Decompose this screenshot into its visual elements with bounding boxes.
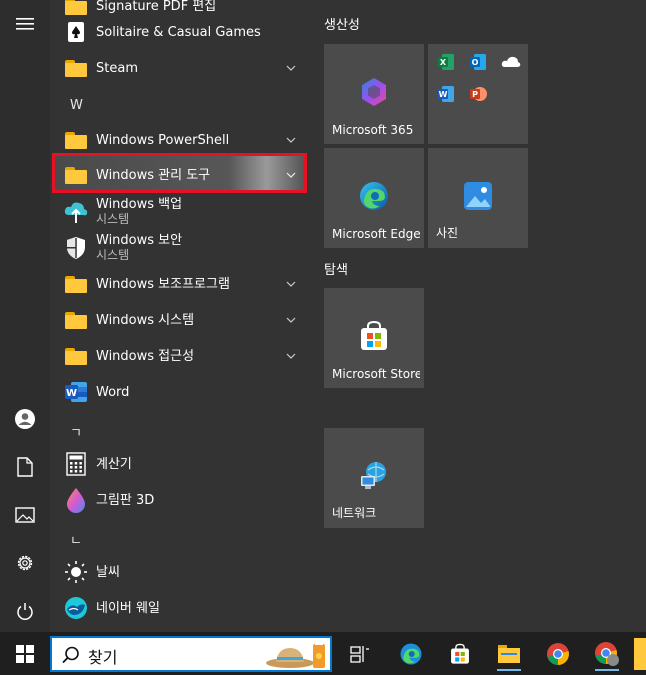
- calculator-icon: [66, 452, 86, 476]
- chevron-down-icon: [286, 353, 296, 359]
- tile-edge[interactable]: Microsoft Edge: [324, 148, 424, 248]
- section-letter-w[interactable]: W: [70, 98, 83, 113]
- excel-icon: X: [438, 54, 454, 70]
- search-highlight-illustration-icon: [266, 641, 325, 668]
- section-letter-giyeok[interactable]: ㄱ: [70, 422, 82, 441]
- store-icon: [361, 320, 387, 350]
- backup-sublabel: 시스템: [96, 212, 130, 226]
- power-button[interactable]: [0, 591, 50, 631]
- list-item-solitaire[interactable]: Solitaire & Casual Games: [50, 14, 308, 50]
- folder-icon: [65, 59, 87, 77]
- start-menu: Signature PDF 편집 Solitaire & Casual Game…: [0, 0, 646, 632]
- folder-icon: [65, 0, 87, 15]
- pictures-button[interactable]: [0, 495, 50, 535]
- taskbar-store[interactable]: [440, 636, 480, 672]
- word-icon: W: [65, 382, 87, 402]
- user-account-button[interactable]: [0, 399, 50, 439]
- task-view-button[interactable]: [340, 636, 380, 672]
- windows-logo-icon: [16, 645, 34, 663]
- cards-icon: [68, 22, 84, 42]
- settings-button[interactable]: [0, 543, 50, 583]
- list-item-powershell[interactable]: Windows PowerShell: [50, 122, 308, 158]
- backup-label: Windows 백업: [96, 197, 183, 212]
- tile-group-productivity[interactable]: 생산성: [324, 14, 360, 33]
- outlook-icon: O: [470, 54, 486, 70]
- picture-icon: [15, 507, 35, 523]
- svg-text:P: P: [472, 90, 478, 99]
- microsoft365-icon: [362, 78, 386, 106]
- list-item-system[interactable]: Windows 시스템: [50, 302, 308, 338]
- store-taskbar-icon: [451, 643, 469, 664]
- taskbar-chrome[interactable]: [538, 636, 578, 672]
- paint3d-icon: [67, 488, 85, 513]
- start-button[interactable]: [5, 636, 45, 672]
- taskbar-overflow-app[interactable]: [634, 638, 646, 670]
- documents-button[interactable]: [0, 447, 50, 487]
- word-small-icon: W: [438, 86, 454, 102]
- chevron-down-icon: [286, 172, 296, 178]
- tile-office-apps[interactable]: X O W P: [428, 44, 528, 144]
- svg-text:X: X: [440, 58, 447, 67]
- folder-icon: [65, 131, 87, 149]
- backup-icon: [64, 202, 88, 223]
- chevron-down-icon: [286, 65, 296, 71]
- chevron-down-icon: [286, 281, 296, 287]
- list-item-accessories[interactable]: Windows 보조프로그램: [50, 266, 308, 302]
- folder-icon: [65, 166, 87, 184]
- list-item-word[interactable]: W Word: [50, 374, 308, 410]
- document-icon: [17, 457, 33, 477]
- list-item-weather[interactable]: 날씨: [50, 554, 308, 590]
- section-letter-nieun[interactable]: ㄴ: [70, 530, 82, 549]
- expand-menu-button[interactable]: [0, 4, 50, 44]
- tile-photos[interactable]: 사진: [428, 148, 528, 248]
- folder-icon: [65, 347, 87, 365]
- app-list: Signature PDF 편집 Solitaire & Casual Game…: [50, 0, 310, 632]
- tile-store[interactable]: Microsoft Store: [324, 288, 424, 388]
- powerpoint-icon: P: [470, 87, 487, 101]
- svg-text:W: W: [439, 90, 448, 99]
- edge-icon: [360, 182, 388, 210]
- chevron-down-icon: [286, 317, 296, 323]
- svg-text:W: W: [66, 388, 77, 399]
- sun-icon: [65, 561, 87, 583]
- list-item-calculator[interactable]: 계산기: [50, 446, 308, 482]
- list-item-admin-tools[interactable]: Windows 관리 도구: [50, 157, 308, 193]
- list-item-steam[interactable]: Steam: [50, 50, 308, 86]
- security-label: Windows 보안: [96, 233, 183, 248]
- file-explorer-icon: [498, 645, 520, 663]
- taskbar-file-explorer[interactable]: [489, 636, 529, 672]
- tile-network[interactable]: 네트워크: [324, 428, 424, 528]
- chevron-down-icon: [286, 137, 296, 143]
- tile-microsoft365[interactable]: Microsoft 365: [324, 44, 424, 144]
- edge-taskbar-icon: [400, 643, 422, 665]
- search-icon: [62, 646, 79, 664]
- list-item-security[interactable]: Windows 보안 시스템: [50, 230, 308, 266]
- photos-icon: [464, 182, 492, 210]
- list-item-backup[interactable]: Windows 백업 시스템: [50, 194, 308, 230]
- search-input[interactable]: 찾기: [88, 644, 238, 668]
- whale-browser-icon: [65, 597, 87, 619]
- list-item-whale[interactable]: 네이버 웨일: [50, 590, 308, 626]
- folder-icon: [65, 311, 87, 329]
- gear-icon: [17, 555, 33, 571]
- start-left-rail: [0, 0, 50, 632]
- onedrive-icon: [501, 56, 521, 67]
- hamburger-icon: [16, 18, 34, 30]
- power-icon: [17, 603, 33, 620]
- folder-icon: [65, 275, 87, 293]
- security-sublabel: 시스템: [96, 248, 130, 262]
- list-item-accessibility[interactable]: Windows 접근성: [50, 338, 308, 374]
- task-view-icon: [350, 646, 369, 663]
- shield-icon: [67, 237, 85, 259]
- svg-text:O: O: [472, 58, 479, 67]
- chrome-icon: [547, 643, 569, 665]
- tile-group-explore[interactable]: 탐색: [324, 259, 348, 278]
- taskbar-search-box[interactable]: 찾기: [50, 636, 332, 672]
- list-item-paint3d[interactable]: 그림판 3D: [50, 482, 308, 518]
- network-icon: [361, 462, 386, 489]
- taskbar-edge[interactable]: [391, 636, 431, 672]
- chrome-profile-icon: [595, 642, 619, 666]
- taskbar-chrome-profile[interactable]: [587, 636, 627, 672]
- user-icon: [15, 409, 35, 429]
